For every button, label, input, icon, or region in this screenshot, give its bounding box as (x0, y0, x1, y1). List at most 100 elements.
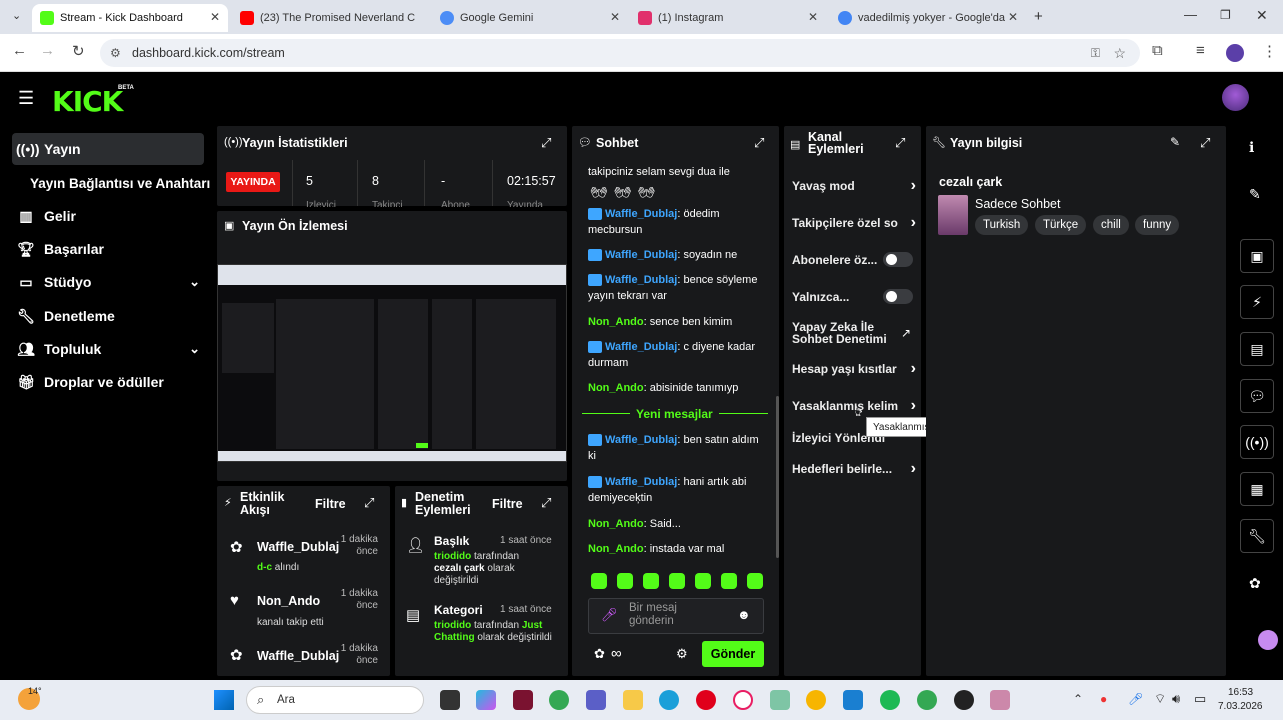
clock-date[interactable]: 7.03.2026 (1218, 701, 1263, 712)
tag-chip[interactable]: chill (1093, 215, 1129, 235)
send-button[interactable]: Gönder (702, 641, 764, 667)
spotify-icon[interactable] (880, 690, 900, 710)
popout-icon[interactable]: ⤢ (541, 135, 551, 151)
sidebar-item-stream-key[interactable]: Yayın Bağlantısı ve Anahtarı (26, 167, 216, 199)
chat-icon[interactable]: 💬︎ (1240, 379, 1274, 413)
popout-icon[interactable]: ⤢ (541, 495, 551, 511)
screenshot-icon[interactable]: ▣ (1240, 239, 1274, 273)
tray-app-icon[interactable]: ● (1100, 692, 1107, 706)
emote-icon[interactable] (617, 573, 633, 589)
ai-assistant-icon[interactable] (1258, 630, 1278, 650)
close-tab-icon[interactable]: ✕ (808, 10, 818, 24)
chrome-icon[interactable] (549, 690, 569, 710)
minimize-icon[interactable]: — (1184, 7, 1197, 22)
sidebar-item-basarilar[interactable]: 🏆︎ Başarılar (12, 233, 204, 265)
sidebar-item-topluluk[interactable]: 👥︎ Topluluk ⌄ (12, 333, 204, 365)
extensions-icon[interactable]: ⧉ (1152, 42, 1163, 59)
info-icon[interactable]: ℹ (1249, 139, 1254, 156)
chat-username[interactable]: Waffle_Dublaj (605, 476, 677, 488)
chat-username[interactable]: Waffle_Dublaj (605, 434, 677, 446)
slow-mode-item[interactable]: Yavaş mod › (792, 177, 916, 194)
activity-user[interactable]: Non_Ando (257, 594, 320, 608)
goals-item[interactable]: Hedefleri belirle... › (792, 460, 916, 477)
close-tab-icon[interactable]: ✕ (610, 10, 620, 24)
chat-settings-icon[interactable]: ⚙ (676, 646, 688, 662)
popout-icon[interactable]: ⤢ (895, 135, 905, 151)
app-icon[interactable] (954, 690, 974, 710)
sidebar-item-gelir[interactable]: ▥ Gelir (12, 200, 204, 232)
mod-filter-button[interactable]: Filtre (492, 497, 523, 511)
wrench-icon[interactable]: 🔧︎ (1240, 519, 1274, 553)
app-icon[interactable] (990, 690, 1010, 710)
new-tab-icon[interactable]: + (1034, 8, 1043, 25)
banned-words-item[interactable]: Yasaklanmış kelim › (792, 397, 916, 414)
emote-icon[interactable] (669, 573, 685, 589)
copilot-icon[interactable] (476, 690, 496, 710)
microphone-icon[interactable]: 🎤︎ (1128, 692, 1143, 706)
emote-icon[interactable] (643, 573, 659, 589)
media-control-icon[interactable]: ≡ (1196, 42, 1205, 59)
battery-icon[interactable]: ▭ (1194, 691, 1206, 707)
emote-only-toggle[interactable] (883, 289, 913, 304)
category-name[interactable]: Sadece Sohbet (975, 197, 1061, 211)
close-tab-icon[interactable]: ✕ (210, 10, 220, 24)
emote-icon[interactable] (591, 573, 607, 589)
app-icon[interactable] (843, 690, 863, 710)
emoji-picker-icon[interactable]: ☻ (737, 607, 751, 622)
close-window-icon[interactable]: ✕ (1256, 7, 1268, 24)
site-info-icon[interactable]: ⚙ (110, 39, 121, 67)
popout-icon[interactable]: ⤢ (754, 135, 764, 151)
emote-icon[interactable] (721, 573, 737, 589)
account-age-item[interactable]: Hesap yaşı kısıtlar › (792, 360, 916, 377)
emote-icon[interactable] (695, 573, 711, 589)
mod-actor[interactable]: triodido (434, 551, 471, 562)
app-icon[interactable] (770, 690, 790, 710)
tag-chip[interactable]: Türkçe (1035, 215, 1087, 235)
chat-username[interactable]: Waffle_Dublaj (605, 274, 677, 286)
edge-icon[interactable] (659, 690, 679, 710)
tab-instagram[interactable]: (1) Instagram ✕ (630, 4, 826, 32)
popout-icon[interactable]: ⤢ (364, 495, 374, 511)
address-bar[interactable]: ⚙ dashboard.kick.com/stream ⚿ ☆ (100, 39, 1140, 67)
chat-username[interactable]: Non_Ando (588, 543, 644, 555)
external-link-icon[interactable]: ↗ (901, 326, 911, 340)
tag-chip[interactable]: Turkish (975, 215, 1029, 235)
back-icon[interactable]: ← (12, 42, 27, 59)
opera-icon[interactable] (696, 690, 716, 710)
drops-icon[interactable]: ✿ (1249, 575, 1261, 592)
chrome-active-icon[interactable] (917, 690, 937, 710)
chat-scrollbar[interactable] (776, 396, 779, 558)
chat-input[interactable]: 🎤︎ Bir mesaj gönderin ☻ (588, 598, 764, 634)
chat-username[interactable]: Waffle_Dublaj (605, 341, 677, 353)
chat-username[interactable]: Waffle_Dublaj (605, 208, 677, 220)
points-icon[interactable]: ✿ (594, 646, 605, 662)
user-avatar[interactable] (1222, 84, 1249, 111)
layout-icon[interactable]: ▦ (1240, 472, 1274, 506)
profile-avatar[interactable] (1226, 44, 1244, 62)
microphone-icon[interactable]: 🎤︎ (601, 607, 618, 623)
app-icon[interactable] (806, 690, 826, 710)
restore-icon[interactable]: ❐ (1220, 8, 1231, 22)
tab-search-icon[interactable]: ⌄ (12, 9, 21, 22)
password-key-icon[interactable]: ⚿ (1091, 39, 1100, 67)
app-icon[interactable] (513, 690, 533, 710)
taskbar-search[interactable]: ⌕ Ara (246, 686, 424, 714)
tag-chip[interactable]: funny (1135, 215, 1180, 235)
edit-pencil-icon[interactable]: ✎ (1170, 135, 1180, 149)
close-tab-icon[interactable]: ✕ (1008, 10, 1018, 24)
broadcast-icon[interactable]: ((•)) (1240, 425, 1274, 459)
followers-only-item[interactable]: Takipçilere özel so › (792, 214, 916, 233)
chat-username[interactable]: Non_Ando (588, 316, 644, 328)
chat-username[interactable]: Non_Ando (588, 518, 644, 530)
browser-menu-icon[interactable]: ⋮ (1262, 42, 1277, 60)
teams-icon[interactable] (586, 690, 606, 710)
subscribers-only-toggle[interactable] (883, 252, 913, 267)
clock-time[interactable]: 16:53 (1228, 687, 1253, 698)
file-explorer-icon[interactable] (623, 690, 643, 710)
chat-username[interactable]: Waffle_Dublaj (605, 249, 677, 261)
document-icon[interactable]: ▤ (1240, 332, 1274, 366)
activity-user[interactable]: Waffle_Dublaj (257, 540, 339, 554)
opera-gx-icon[interactable] (733, 690, 753, 710)
hamburger-menu-icon[interactable]: ☰ (18, 88, 34, 109)
preview-video[interactable] (217, 264, 567, 462)
